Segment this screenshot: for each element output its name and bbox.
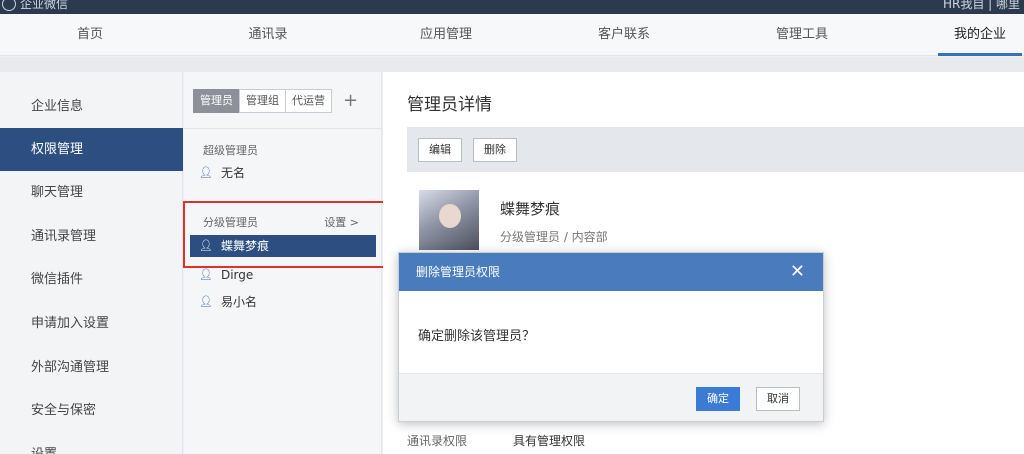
list-divider — [184, 128, 382, 129]
admin-detail-name: 蝶舞梦痕 — [500, 200, 561, 218]
admin-detail-role: 分级管理员 / 内容部 — [500, 230, 608, 244]
edit-button[interactable]: 编辑 — [418, 138, 462, 162]
nav-home[interactable]: 首页 — [40, 14, 140, 56]
cancel-button[interactable]: 取消 — [756, 387, 800, 411]
sidebar-item-enterprise-info[interactable]: 企业信息 — [0, 85, 183, 128]
dialog-header: 删除管理员权限 ✕ — [399, 253, 823, 291]
nav-my-enterprise[interactable]: 我的企业 — [930, 14, 1024, 56]
top-bar-right-text[interactable]: HR我自 | 哪里 — [943, 0, 1020, 12]
confirm-button[interactable]: 确定 — [696, 387, 740, 411]
nav-gap — [0, 57, 1024, 72]
delete-admin-dialog: 删除管理员权限 ✕ 确定删除该管理员？ 确定 取消 — [398, 252, 824, 422]
add-icon[interactable]: + — [343, 89, 358, 113]
sidebar-item-wechat-plugin[interactable]: 微信插件 — [0, 258, 183, 301]
sidebar-item-permission-management[interactable]: 权限管理 — [0, 128, 183, 171]
wecom-logo-icon — [2, 0, 16, 11]
close-icon[interactable]: ✕ — [790, 253, 805, 291]
tab-admins[interactable]: 管理员 — [193, 89, 240, 113]
list-item-super-admin[interactable]: 👤︎ 无名 — [199, 162, 245, 184]
sidebar: 企业信息 权限管理 聊天管理 通讯录管理 微信插件 申请加入设置 外部沟通管理 … — [0, 72, 183, 454]
dialog-message: 确定删除该管理员？ — [418, 329, 536, 344]
annotation-highlight-box — [183, 201, 406, 268]
nav-contacts[interactable]: 通讯录 — [218, 14, 318, 56]
app-title: 企业微信 — [20, 0, 69, 11]
sidebar-item-join-settings[interactable]: 申请加入设置 — [0, 302, 183, 345]
delete-button[interactable]: 删除 — [473, 138, 517, 162]
sidebar-item-settings[interactable]: 设置 — [0, 433, 183, 454]
dialog-title: 删除管理员权限 — [416, 265, 501, 279]
super-admin-label: 超级管理员 — [203, 144, 258, 157]
contacts-permission-value: 具有管理权限 — [513, 434, 586, 448]
sidebar-item-chat-management[interactable]: 聊天管理 — [0, 171, 183, 214]
page-title: 管理员详情 — [407, 95, 492, 115]
avatar — [419, 190, 479, 250]
contacts-permission-label: 通讯录权限 — [407, 434, 468, 448]
admin-tabs: 管理员 管理组 代运营 + — [193, 89, 358, 113]
tab-admin-groups[interactable]: 管理组 — [239, 89, 286, 113]
person-icon: 👤︎ — [199, 166, 213, 179]
nav-customer-contact[interactable]: 客户联系 — [574, 14, 674, 56]
main-nav: 首页 通讯录 应用管理 客户联系 管理工具 我的企业 — [0, 14, 1024, 56]
dialog-footer: 确定 取消 — [399, 373, 823, 421]
nav-management-tools[interactable]: 管理工具 — [752, 14, 852, 56]
nav-app-management[interactable]: 应用管理 — [396, 14, 496, 56]
admin-name: 无名 — [220, 166, 245, 180]
tab-agency[interactable]: 代运营 — [285, 89, 332, 113]
top-bar: 企业微信 HR我自 | 哪里 — [0, 0, 1024, 14]
sidebar-item-contacts-management[interactable]: 通讯录管理 — [0, 215, 183, 258]
admin-name: 易小名 — [220, 295, 257, 309]
detail-toolbar: 编辑 删除 — [407, 127, 1024, 172]
sidebar-item-security[interactable]: 安全与保密 — [0, 389, 183, 432]
sidebar-item-external-communication[interactable]: 外部沟通管理 — [0, 346, 183, 389]
person-icon: 👤︎ — [199, 295, 213, 308]
app-logo: 企业微信 — [2, 0, 68, 12]
list-item-admin[interactable]: 👤︎ 易小名 — [199, 291, 257, 313]
